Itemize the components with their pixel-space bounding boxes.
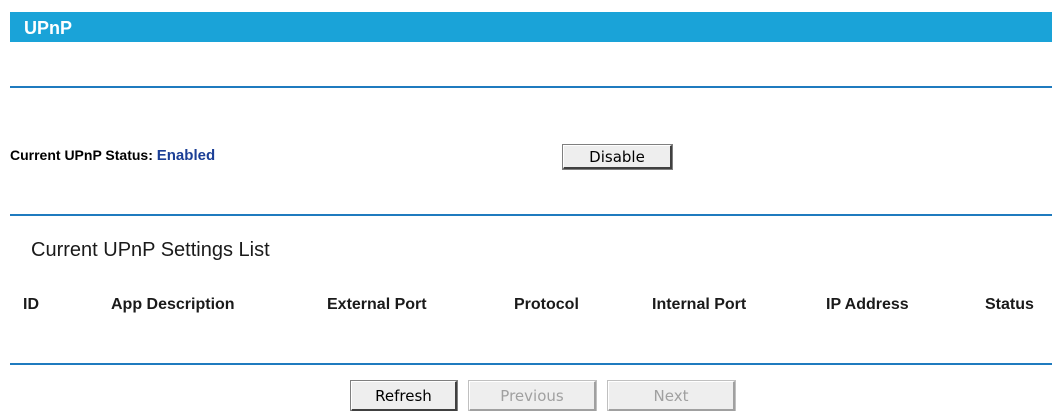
column-header-external-port: External Port: [327, 296, 427, 313]
column-header-ip-address: IP Address: [826, 296, 909, 313]
disable-upnp-button[interactable]: Disable: [562, 144, 673, 170]
settings-list-title: Current UPnP Settings List: [31, 239, 270, 261]
title-bar: [10, 12, 1052, 42]
upnp-status-row: Current UPnP Status: Enabled: [10, 147, 215, 164]
column-header-app-description: App Description: [111, 296, 235, 313]
refresh-button[interactable]: Refresh: [350, 380, 458, 411]
divider: [10, 214, 1052, 216]
upnp-status-label: Current UPnP Status:: [10, 147, 153, 163]
next-button[interactable]: Next: [607, 380, 736, 411]
divider: [10, 363, 1052, 365]
upnp-status-value: Enabled: [156, 147, 216, 164]
divider: [10, 86, 1052, 88]
column-header-status: Status: [985, 296, 1034, 313]
previous-button[interactable]: Previous: [468, 380, 597, 411]
column-header-internal-port: Internal Port: [652, 296, 747, 313]
page-title: UPnP: [24, 18, 73, 38]
column-header-protocol: Protocol: [514, 296, 579, 313]
column-header-id: ID: [23, 296, 39, 313]
